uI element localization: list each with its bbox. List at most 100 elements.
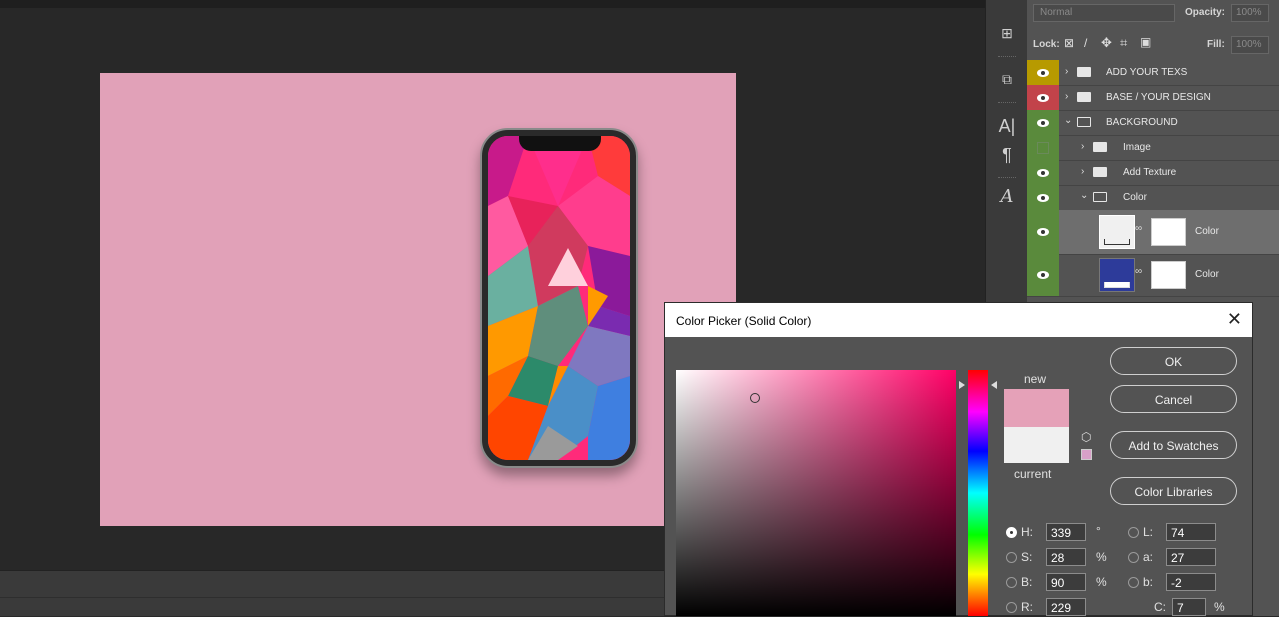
percent-unit: % [1096,550,1107,564]
opacity-label: Opacity: [1185,7,1226,18]
panel-icon[interactable]: ⊞ [994,20,1020,46]
visibility-toggle[interactable] [1027,85,1059,110]
layer-name: Color [1195,226,1219,237]
layer-row[interactable]: ⌄ Color [1027,185,1279,211]
web-safe-color-swatch[interactable] [1081,449,1092,460]
layer-name: Color [1195,269,1219,280]
layer-row-selected[interactable]: ∞ Color [1027,210,1279,255]
saturation-input[interactable]: 28 [1046,548,1086,566]
cyan-label: C: [1154,600,1166,614]
visibility-toggle[interactable] [1027,135,1059,160]
current-label: current [1014,467,1052,481]
folder-icon [1077,67,1091,77]
visibility-toggle[interactable] [1027,210,1059,254]
lock-transparency-icon[interactable]: ⊠ [1064,36,1074,50]
cyan-input[interactable]: 7 [1172,598,1206,616]
chevron-right-icon[interactable]: › [1065,66,1068,77]
eye-icon [1037,94,1049,102]
layer-row[interactable]: ⌄ BACKGROUND [1027,110,1279,136]
eye-icon [1037,194,1049,202]
folder-icon [1093,142,1107,152]
layer-row[interactable]: › ADD YOUR TEXS [1027,60,1279,86]
visibility-toggle[interactable] [1027,110,1059,135]
phone-screen-artwork [488,136,630,460]
glyph-icon[interactable]: A [994,184,1020,210]
hue-input[interactable]: 339 [1046,523,1086,541]
opacity-field[interactable]: 100% [1231,4,1269,22]
chevron-right-icon[interactable]: › [1081,166,1084,177]
b-channel-input[interactable]: -2 [1166,573,1216,591]
eye-icon [1037,271,1049,279]
hue-radio[interactable] [1006,527,1017,538]
fill-swatch-thumbnail[interactable] [1099,258,1135,292]
link-icon[interactable]: ∞ [1135,266,1142,277]
folder-icon [1077,92,1091,102]
color-field-cursor[interactable] [750,393,760,403]
color-libraries-button[interactable]: Color Libraries [1110,477,1237,505]
eye-icon [1037,169,1049,177]
paragraph-icon[interactable]: ¶ [994,142,1020,168]
layers-list: › ADD YOUR TEXS › BASE / YOUR DESIGN ⌄ B… [1027,60,1279,300]
red-radio[interactable] [1006,602,1017,613]
visibility-toggle[interactable] [1027,160,1059,185]
type-icon[interactable]: A| [994,113,1020,139]
blend-mode-select[interactable]: Normal [1033,4,1175,22]
document-canvas[interactable] [100,73,736,526]
dialog-title: Color Picker (Solid Color) [676,314,812,328]
visibility-toggle[interactable] [1027,185,1059,210]
layer-row[interactable]: › BASE / YOUR DESIGN [1027,85,1279,111]
fill-swatch-thumbnail[interactable] [1099,215,1135,249]
add-to-swatches-button[interactable]: Add to Swatches [1110,431,1237,459]
hue-slider-right-arrow[interactable] [991,381,997,389]
saturation-radio[interactable] [1006,552,1017,563]
new-label: new [1024,372,1047,386]
close-icon[interactable]: ✕ [1227,309,1242,330]
hidden-box-icon [1037,142,1049,154]
a-channel-input[interactable]: 27 [1166,548,1216,566]
hue-label: H: [1021,525,1033,539]
options-bar-edge [0,0,985,8]
phone-screen [488,136,630,460]
red-input[interactable]: 229 [1046,598,1086,616]
lightness-input[interactable]: 74 [1166,523,1216,541]
brightness-radio[interactable] [1006,577,1017,588]
lock-label: Lock: [1033,39,1060,50]
brightness-input[interactable]: 90 [1046,573,1086,591]
lock-brush-icon[interactable]: / [1084,36,1087,50]
hue-slider-left-arrow[interactable] [959,381,965,389]
layer-row[interactable]: ∞ Color [1027,254,1279,297]
eye-icon [1037,228,1049,236]
saturation-brightness-field[interactable] [676,370,956,616]
lightness-radio[interactable] [1128,527,1139,538]
cancel-button[interactable]: Cancel [1110,385,1237,413]
b-channel-radio[interactable] [1128,577,1139,588]
lock-all-icon[interactable]: ▣ [1140,35,1151,49]
ok-button[interactable]: OK [1110,347,1237,375]
mask-thumbnail[interactable] [1151,218,1186,246]
dialog-title-bar[interactable]: Color Picker (Solid Color) ✕ [665,303,1252,337]
layer-row[interactable]: › Add Texture [1027,160,1279,186]
layer-name: Image [1123,142,1151,153]
percent-unit: % [1096,575,1107,589]
layer-name: Color [1123,192,1147,203]
transform-icon[interactable]: ⧉ [994,66,1020,92]
chevron-down-icon[interactable]: ⌄ [1064,115,1072,126]
mask-thumbnail[interactable] [1151,261,1186,289]
chevron-down-icon[interactable]: ⌄ [1080,190,1088,201]
hue-slider[interactable] [968,370,988,616]
fill-field[interactable]: 100% [1231,36,1269,54]
lock-move-icon[interactable]: ✥ [1101,35,1112,51]
visibility-toggle[interactable] [1027,60,1059,85]
degree-unit: ° [1096,524,1101,538]
visibility-toggle[interactable] [1027,254,1059,296]
layer-row[interactable]: › Image [1027,135,1279,161]
a-channel-radio[interactable] [1128,552,1139,563]
b-channel-label: b: [1143,575,1154,589]
current-color-swatch[interactable] [1004,427,1069,463]
chevron-right-icon[interactable]: › [1065,91,1068,102]
chevron-right-icon[interactable]: › [1081,141,1084,152]
eye-icon [1037,119,1049,127]
link-icon[interactable]: ∞ [1135,223,1142,234]
cube-icon[interactable]: ⬡ [1081,430,1091,444]
lock-artboard-icon[interactable]: ⌗ [1120,35,1127,51]
